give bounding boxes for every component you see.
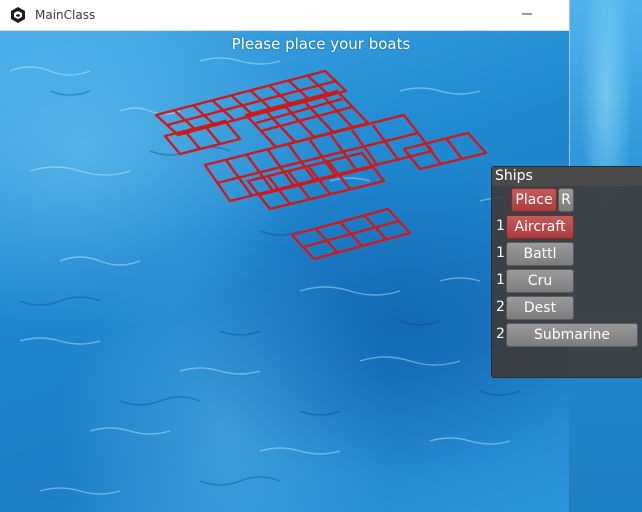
water-texture (9, 57, 521, 495)
minimize-icon[interactable] (519, 6, 535, 22)
destroyer-count: 2 (496, 299, 505, 315)
submarine-button[interactable]: Submarine (506, 323, 638, 347)
game-window: MainClass (0, 0, 569, 512)
aircraft-carrier-button[interactable]: Aircraft (506, 215, 574, 239)
window-title: MainClass (35, 8, 96, 22)
ships-panel-title: Ships (492, 167, 642, 186)
cruiser-button[interactable]: Cru (506, 269, 574, 293)
app-icon (11, 7, 25, 23)
battleship-count: 1 (496, 245, 505, 261)
ships-panel: Ships Place R 1 Aircraft 1 Battl 1 Cru 2… (491, 166, 642, 378)
aircraft-count: 1 (496, 218, 505, 234)
ocean-scene[interactable] (0, 31, 569, 512)
destroyer-button[interactable]: Dest (506, 296, 574, 320)
submarine-count: 2 (496, 326, 505, 342)
title-bar: MainClass (0, 0, 569, 31)
rotate-mode-button[interactable]: R (558, 188, 574, 212)
placement-grid[interactable] (154, 69, 488, 261)
battleship-button[interactable]: Battl (506, 242, 574, 266)
place-mode-button[interactable]: Place (511, 188, 557, 212)
cruiser-count: 1 (496, 272, 505, 288)
placement-prompt: Please place your boats (231, 35, 411, 53)
